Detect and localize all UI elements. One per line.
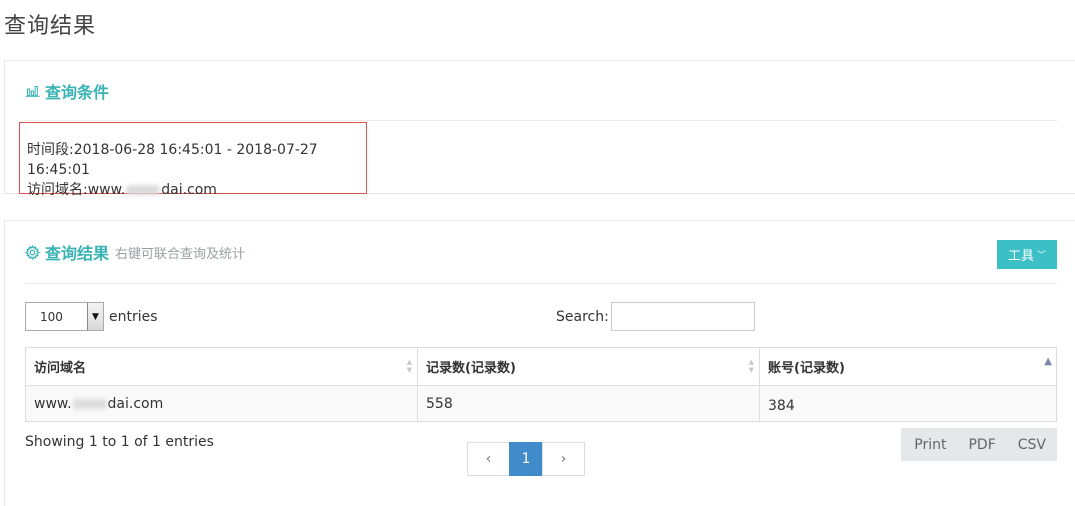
page-length-control: 100 ▼ entries <box>25 302 158 331</box>
pdf-button[interactable]: PDF <box>957 428 1006 461</box>
gear-icon <box>25 244 40 260</box>
tools-button-label: 工具 <box>1007 248 1034 263</box>
results-table: 访问域名 ▲ ▼ 记录数(记录数) ▲ ▼ 账号(记录数) ▲ www. dai.com 5… <box>25 347 1057 422</box>
page-length-select[interactable]: 100 ▼ <box>25 302 104 331</box>
conditions-heading: 查询条件 <box>25 61 1057 121</box>
page-length-value: 100 <box>40 309 63 324</box>
cell-domain: www. dai.com <box>25 385 418 422</box>
column-header-records[interactable]: 记录数(记录数) ▲ ▼ <box>417 347 760 386</box>
entries-label: entries <box>109 308 158 325</box>
results-subtitle: 右键可联合查询及统计 <box>115 246 246 262</box>
prev-page-button[interactable]: ‹ <box>467 442 510 476</box>
query-conditions-panel: 查询条件 时间段:2018-06-28 16:45:01 - 2018-07-2… <box>4 60 1075 198</box>
conditions-title: 查询条件 <box>45 82 110 102</box>
table-info: Showing 1 to 1 of 1 entries <box>25 434 214 450</box>
bar-chart-icon <box>25 84 40 97</box>
column-header-accounts[interactable]: 账号(记录数) ▲ <box>759 347 1057 386</box>
pagination: ‹ 1 › <box>467 442 585 476</box>
results-title: 查询结果 <box>45 244 110 263</box>
search-input[interactable] <box>610 302 755 331</box>
sort-icon: ▲ ▼ <box>748 358 754 374</box>
search-control: Search: <box>556 302 755 331</box>
cell-accounts: 384 <box>759 385 1057 422</box>
chevron-down-icon: ﹀ <box>1037 250 1047 260</box>
cell-records: 558 <box>417 385 760 422</box>
domain-suffix: dai.com <box>161 182 217 198</box>
domain-condition: 访问域名:www. dai.com <box>27 180 366 200</box>
export-buttons: Print PDF CSV <box>901 428 1057 461</box>
dropdown-arrow-icon[interactable]: ▼ <box>87 303 103 330</box>
tools-dropdown-button[interactable]: 工具 ﹀ <box>997 240 1057 269</box>
time-range-text: 时间段:2018-06-28 16:45:01 - 2018-07-27 16:… <box>27 142 318 178</box>
table-row[interactable]: www. dai.com 558 384 <box>25 385 1057 422</box>
search-label: Search: <box>556 308 609 325</box>
page-title: 查询结果 <box>4 14 97 39</box>
conditions-box: 时间段:2018-06-28 16:45:01 - 2018-07-27 16:… <box>19 122 367 198</box>
sort-asc-icon: ▲ <box>1044 356 1052 367</box>
sort-icon: ▲ ▼ <box>406 358 412 374</box>
domain-prefix: 访问域名:www. <box>27 182 126 198</box>
print-button[interactable]: Print <box>901 428 957 461</box>
redacted-text <box>126 185 161 195</box>
results-heading: 查询结果 右键可联合查询及统计 <box>25 221 1057 284</box>
csv-button[interactable]: CSV <box>1007 428 1057 461</box>
next-page-button[interactable]: › <box>542 442 585 476</box>
redacted-text <box>72 398 107 409</box>
table-header-row: 访问域名 ▲ ▼ 记录数(记录数) ▲ ▼ 账号(记录数) ▲ <box>25 347 1057 386</box>
query-results-panel: 查询结果 右键可联合查询及统计 工具 ﹀ 100 ▼ entries Searc… <box>4 220 1075 506</box>
column-header-domain[interactable]: 访问域名 ▲ ▼ <box>25 347 418 386</box>
page-1-button[interactable]: 1 <box>509 442 543 476</box>
